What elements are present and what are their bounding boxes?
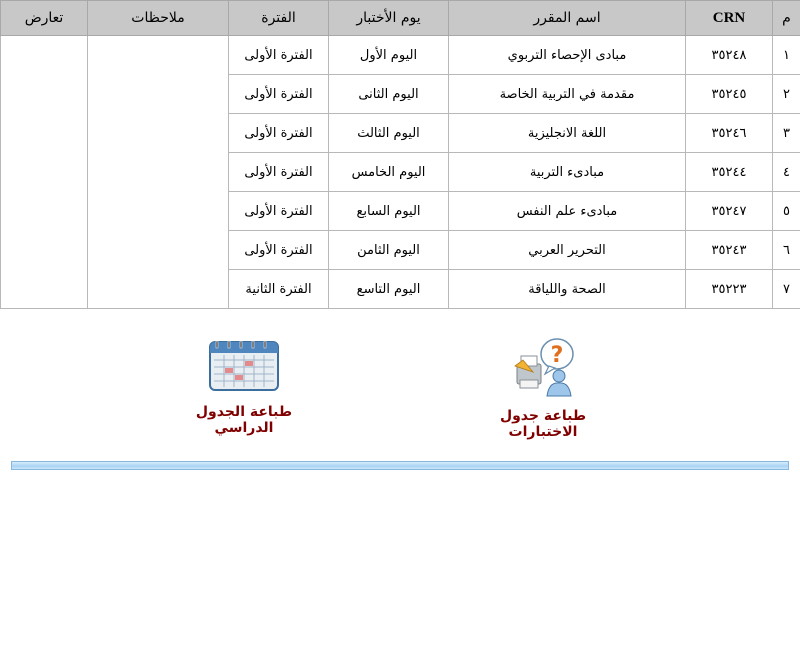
- row-period: الفترة الأولى: [228, 113, 329, 153]
- row-exam-day: اليوم الثالث: [328, 113, 449, 153]
- row-period: الفترة الأولى: [228, 74, 329, 114]
- header-notes: ملاحظات: [87, 0, 229, 36]
- row-crn: ٣٥٢٤٨: [685, 35, 773, 75]
- row-notes: [87, 191, 229, 231]
- row-conflict: [0, 152, 88, 192]
- row-crn: ٣٥٢٤٧: [685, 191, 773, 231]
- row-crn: ٣٥٢٤٤: [685, 152, 773, 192]
- header-period: الفترة: [228, 0, 329, 36]
- row-notes: [87, 230, 229, 270]
- row-crn: ٣٥٢٢٣: [685, 269, 773, 309]
- row-crn: ٣٥٢٤٦: [685, 113, 773, 153]
- row-index: ٥: [772, 191, 800, 231]
- row-course: مبادىء علم النفس: [448, 191, 686, 231]
- row-exam-day: اليوم السابع: [328, 191, 449, 231]
- row-notes: [87, 35, 229, 75]
- row-conflict: [0, 191, 88, 231]
- table-row: ٥ ٣٥٢٤٧ مبادىء علم النفس اليوم السابع ال…: [0, 191, 800, 231]
- help-question-user-icon: ?: [511, 336, 575, 402]
- row-notes: [87, 113, 229, 153]
- row-period: الفترة الأولى: [228, 152, 329, 192]
- row-crn: ٣٥٢٤٣: [685, 230, 773, 270]
- calendar-icon: [206, 338, 282, 398]
- row-conflict: [0, 35, 88, 75]
- table-header-row: م CRN اسم المقرر يوم الأختبار الفترة ملا…: [0, 0, 800, 36]
- row-index: ٤: [772, 152, 800, 192]
- row-index: ٧: [772, 269, 800, 309]
- table-row: ٤ ٣٥٢٤٤ مبادىء التربية اليوم الخامس الفت…: [0, 152, 800, 192]
- table-row: ٦ ٣٥٢٤٣ التحرير العربي اليوم الثامن الفت…: [0, 230, 800, 270]
- row-course: الصحة واللياقة: [448, 269, 686, 309]
- table-row: ٣ ٣٥٢٤٦ اللغة الانجليزية اليوم الثالث ال…: [0, 113, 800, 153]
- print-exam-schedule-link[interactable]: ? طباعة جدول الاختبارات: [470, 336, 616, 440]
- row-index: ٢: [772, 74, 800, 114]
- header-exam-day: يوم الأختبار: [328, 0, 449, 36]
- row-notes: [87, 74, 229, 114]
- print-exam-schedule-label: طباعة جدول الاختبارات: [499, 408, 587, 440]
- row-course: التحرير العربي: [448, 230, 686, 270]
- table-row: ٢ ٣٥٢٤٥ مقدمة في التربية الخاصة اليوم ال…: [0, 74, 800, 114]
- row-exam-day: اليوم الثانى: [328, 74, 449, 114]
- row-notes: [87, 269, 229, 309]
- row-conflict: [0, 74, 88, 114]
- exam-schedule-table: م CRN اسم المقرر يوم الأختبار الفترة ملا…: [0, 0, 800, 309]
- svg-text:?: ?: [551, 343, 564, 368]
- row-index: ٦: [772, 230, 800, 270]
- row-course: مبادى الإحصاء التربوي: [448, 35, 686, 75]
- row-exam-day: اليوم الخامس: [328, 152, 449, 192]
- row-conflict: [0, 269, 88, 309]
- row-period: الفترة الأولى: [228, 191, 329, 231]
- row-conflict: [0, 113, 88, 153]
- row-period: الفترة الأولى: [228, 35, 329, 75]
- row-exam-day: اليوم الثامن: [328, 230, 449, 270]
- header-conflict: تعارض: [0, 0, 88, 36]
- print-study-schedule-label: طباعة الجدول الدراسي: [195, 404, 293, 436]
- header-course: اسم المقرر: [448, 0, 686, 36]
- row-course: مقدمة في التربية الخاصة: [448, 74, 686, 114]
- row-course: اللغة الانجليزية: [448, 113, 686, 153]
- row-period: الفترة الثانية: [228, 269, 329, 309]
- row-period: الفترة الأولى: [228, 230, 329, 270]
- row-exam-day: اليوم التاسع: [328, 269, 449, 309]
- row-course: مبادىء التربية: [448, 152, 686, 192]
- header-crn: CRN: [685, 0, 773, 36]
- row-notes: [87, 152, 229, 192]
- table-row: ٧ ٣٥٢٢٣ الصحة واللياقة اليوم التاسع الفت…: [0, 269, 800, 309]
- row-index: ١: [772, 35, 800, 75]
- divider-bar: [11, 461, 789, 470]
- print-study-schedule-link[interactable]: طباعة الجدول الدراسي: [172, 338, 316, 436]
- row-crn: ٣٥٢٤٥: [685, 74, 773, 114]
- row-index: ٣: [772, 113, 800, 153]
- row-conflict: [0, 230, 88, 270]
- row-exam-day: اليوم الأول: [328, 35, 449, 75]
- header-index: م: [772, 0, 800, 36]
- table-row: ١ ٣٥٢٤٨ مبادى الإحصاء التربوي اليوم الأو…: [0, 35, 800, 75]
